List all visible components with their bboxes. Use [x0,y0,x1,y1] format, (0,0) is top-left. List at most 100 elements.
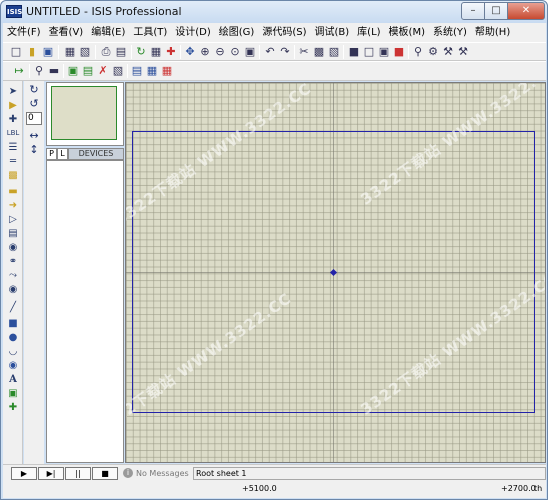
zoom-area-icon[interactable]: ▣ [243,45,257,59]
design-toolbar: ↦ ⚲ ▬ ▣ ▤ ✗ ▧ ▤ ▦ ▦ [3,61,546,81]
window-title: UNTITLED - ISIS Professional [26,5,182,18]
marker-tool-icon[interactable]: ✚ [6,401,20,414]
subcircuit-icon[interactable]: ▩ [6,169,20,182]
print-area-icon[interactable]: ▤ [114,45,128,59]
refresh-icon[interactable]: ↻ [134,45,148,59]
property-assign-icon[interactable]: ▬ [47,64,61,78]
export-icon[interactable]: ▧ [78,45,92,59]
generator-icon[interactable]: ◉ [6,241,20,254]
toolbar-separator [29,64,30,78]
line-tool-icon[interactable]: ╱ [6,301,20,314]
bus-icon[interactable]: ═ [6,155,20,168]
menu-edit[interactable]: 编辑(E) [87,23,129,42]
path-tool-icon[interactable]: ◉ [6,359,20,372]
circle-tool-icon[interactable]: ● [6,331,20,344]
menu-design[interactable]: 设计(D) [171,23,215,42]
zoom-in-icon[interactable]: ⊕ [198,45,212,59]
electrical-check-icon[interactable]: ▦ [145,64,159,78]
zoom-out-icon[interactable]: ⊖ [213,45,227,59]
cut-icon[interactable]: ✂ [297,45,311,59]
sheet-icon[interactable]: ▤ [81,64,95,78]
junction-dot-icon[interactable]: ✚ [6,113,20,126]
zoom-all-icon[interactable]: ⊙ [228,45,242,59]
voltage-probe-icon[interactable]: ⚭ [6,255,20,268]
graph-mode-icon[interactable]: ▷ [6,213,20,226]
minimize-button[interactable]: – [461,2,485,20]
selection-mode-icon[interactable]: ➤ [6,85,20,98]
menu-system[interactable]: 系统(Y) [429,23,471,42]
stop-button[interactable]: ■ [92,467,118,480]
new-sheet-icon[interactable]: ▣ [66,64,80,78]
maximize-button[interactable]: □ [484,2,508,20]
paste-icon[interactable]: ▧ [327,45,341,59]
overview-window[interactable] [46,82,124,146]
open-folder-icon[interactable]: ▮ [25,45,39,59]
menu-tools[interactable]: 工具(T) [129,23,171,42]
pan-icon[interactable]: ✥ [183,45,197,59]
play-button[interactable]: ▶ [11,467,37,480]
virtual-instrument-icon[interactable]: ◉ [6,283,20,296]
step-button[interactable]: ▶| [38,467,64,480]
close-button[interactable]: ✕ [507,2,545,20]
wire-label-icon[interactable]: LBL [6,127,20,140]
units-label[interactable]: th [534,484,542,493]
text-tool-icon[interactable]: A [6,373,20,386]
make-device-icon[interactable]: ⚙ [426,45,440,59]
block-rotate-icon[interactable]: ▣ [377,45,391,59]
block-move-icon[interactable]: □ [362,45,376,59]
bill-of-materials-icon[interactable]: ▤ [130,64,144,78]
grid-icon[interactable]: ▦ [149,45,163,59]
exit-parent-icon[interactable]: ▧ [111,64,125,78]
remove-sheet-icon[interactable]: ✗ [96,64,110,78]
current-probe-icon[interactable]: ⤳ [6,269,20,282]
arc-tool-icon[interactable]: ◡ [6,345,20,358]
redo-icon[interactable]: ↷ [278,45,292,59]
component-mode-icon[interactable]: ▶ [6,99,20,112]
wire-autorouter-icon[interactable]: ↦ [12,64,26,78]
save-icon[interactable]: ▣ [41,45,55,59]
copy-icon[interactable]: ▩ [312,45,326,59]
device-list[interactable] [46,160,124,463]
undo-icon[interactable]: ↶ [263,45,277,59]
menu-template[interactable]: 模板(M) [385,23,429,42]
rotate-cw-icon[interactable]: ↻ [27,83,41,97]
rotation-angle-input[interactable]: 0 [26,112,42,125]
menu-view[interactable]: 查看(V) [45,23,88,42]
pick-device-icon[interactable]: ⚲ [411,45,425,59]
rotate-ccw-icon[interactable]: ↺ [27,97,41,111]
pick-devices-button[interactable]: P [46,148,57,160]
overview-viewport[interactable] [51,86,117,140]
toolbar-separator [343,45,344,59]
pause-button[interactable]: || [65,467,91,480]
packaging-icon[interactable]: ⚒ [441,45,455,59]
mirror-horizontal-icon[interactable]: ↔ [27,129,41,143]
menu-source[interactable]: 源代码(S) [258,23,310,42]
message-status[interactable]: No Messages [136,467,189,480]
new-file-icon[interactable]: □ [9,45,23,59]
netlist-to-ares-icon[interactable]: ▦ [160,64,174,78]
block-delete-icon[interactable]: ■ [392,45,406,59]
schematic-canvas[interactable]: 3322下载站 WWW.3322.CC 3322下载站 WWW.3322.CC … [125,82,546,463]
tape-recorder-icon[interactable]: ▤ [6,227,20,240]
message-info-icon: i [123,468,133,478]
menu-debug[interactable]: 调试(B) [311,23,354,42]
mirror-vertical-icon[interactable]: ↕ [27,143,41,157]
search-tag-icon[interactable]: ⚲ [32,64,46,78]
import-icon[interactable]: ▦ [63,45,77,59]
terminals-icon[interactable]: ▬ [6,185,20,198]
device-pins-icon[interactable]: ➜ [6,199,20,212]
menu-graph[interactable]: 绘图(G) [215,23,259,42]
text-script-icon[interactable]: ☰ [6,141,20,154]
symbol-tool-icon[interactable]: ▣ [6,387,20,400]
block-copy-icon[interactable]: ■ [347,45,361,59]
status-bar: ▶ ▶| || ■ i No Messages Root sheet 1 [3,464,546,481]
origin-icon[interactable]: ✚ [164,45,178,59]
menu-library[interactable]: 库(L) [353,23,384,42]
box-tool-icon[interactable]: ■ [6,317,20,330]
menu-file[interactable]: 文件(F) [3,23,45,42]
menu-help[interactable]: 帮助(H) [471,23,514,42]
decompose-icon[interactable]: ⚒ [456,45,470,59]
library-manager-button[interactable]: L [57,148,68,160]
print-icon[interactable]: ⎙ [99,45,113,59]
toolbar-separator [63,64,64,78]
